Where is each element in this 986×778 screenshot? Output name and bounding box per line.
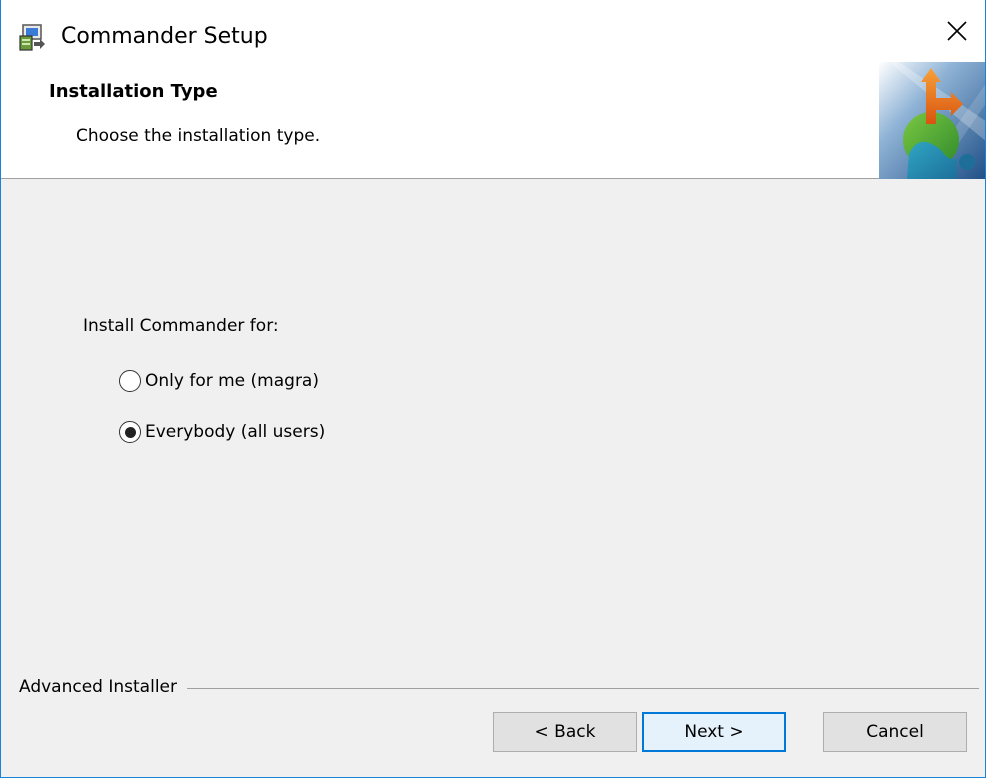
footer-branding: Advanced Installer xyxy=(19,675,979,699)
title-bar[interactable]: Commander Setup xyxy=(1,0,985,62)
page-title: Installation Type xyxy=(49,81,218,102)
radio-button[interactable] xyxy=(119,370,141,392)
window-title: Commander Setup xyxy=(61,24,268,49)
option-everybody[interactable]: Everybody (all users) xyxy=(119,419,325,445)
next-button[interactable]: Next > xyxy=(642,712,786,752)
page-subtitle: Choose the installation type. xyxy=(76,126,321,146)
close-icon xyxy=(947,21,967,41)
install-scope-prompt: Install Commander for: xyxy=(83,316,279,336)
dialog-header: Installation Type Choose the installatio… xyxy=(1,62,985,179)
radio-selected-dot xyxy=(124,426,136,438)
option-only-for-me[interactable]: Only for me (magra) xyxy=(119,368,319,394)
cancel-button[interactable]: Cancel xyxy=(823,712,967,752)
close-button[interactable] xyxy=(927,0,985,62)
option-label: Only for me (magra) xyxy=(145,371,319,391)
branding-label: Advanced Installer xyxy=(19,677,177,697)
separator-line xyxy=(187,687,979,689)
radio-button-selected[interactable] xyxy=(119,421,141,443)
installer-puzzle-logo xyxy=(879,62,985,179)
option-label: Everybody (all users) xyxy=(145,422,326,442)
back-button[interactable]: < Back xyxy=(493,712,637,752)
setup-dialog: Commander Setup Installation Type Choose… xyxy=(0,0,986,778)
installer-icon xyxy=(19,24,45,51)
